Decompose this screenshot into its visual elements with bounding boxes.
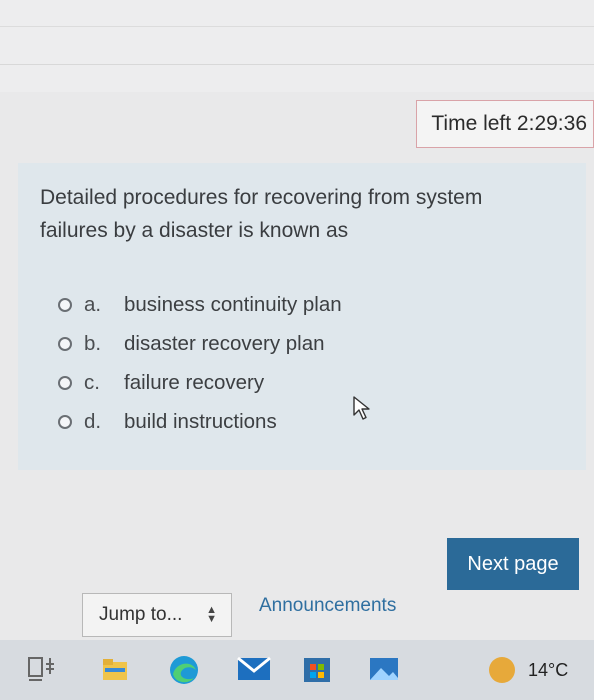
taskbar: 14°C xyxy=(0,640,594,700)
weather-sun-icon[interactable] xyxy=(489,657,515,683)
option-label[interactable]: failure recovery xyxy=(124,371,264,395)
announcements-link[interactable]: Announcements xyxy=(259,595,396,617)
option-d[interactable]: d. build instructions xyxy=(58,402,342,441)
radio-button-b[interactable] xyxy=(58,336,72,351)
option-letter: c. xyxy=(84,370,100,394)
edge-browser-icon[interactable] xyxy=(166,652,202,688)
divider xyxy=(0,64,594,65)
question-card: Detailed procedures for recovering from … xyxy=(18,163,586,470)
divider xyxy=(0,26,594,27)
select-arrows-icon: ▲ ▼ xyxy=(206,604,217,625)
radio-button-c[interactable] xyxy=(58,375,72,390)
option-b[interactable]: b. disaster recovery plan xyxy=(58,324,342,363)
option-a[interactable]: a. business continuity plan xyxy=(58,285,342,324)
photos-icon[interactable] xyxy=(367,652,403,686)
radio-button-a[interactable] xyxy=(58,297,72,312)
jump-to-label: Jump to... xyxy=(99,604,183,625)
top-band xyxy=(0,0,594,92)
task-view-icon[interactable] xyxy=(26,652,66,686)
question-text: Detailed procedures for recovering from … xyxy=(40,186,483,242)
time-left-display: Time left 2:29:36 xyxy=(416,100,594,148)
option-label[interactable]: build instructions xyxy=(124,410,277,434)
option-letter: a. xyxy=(84,292,102,316)
temperature-readout[interactable]: 14°C xyxy=(528,660,568,681)
mail-icon[interactable] xyxy=(234,652,274,686)
option-c[interactable]: c. failure recovery xyxy=(58,363,342,402)
store-icon[interactable] xyxy=(300,652,334,686)
file-explorer-icon[interactable] xyxy=(100,656,134,684)
mouse-cursor-icon xyxy=(353,396,370,420)
option-label[interactable]: disaster recovery plan xyxy=(124,332,325,356)
next-page-button[interactable]: Next page xyxy=(447,538,579,590)
answer-options: a. business continuity plan b. disaster … xyxy=(58,285,342,441)
option-label[interactable]: business continuity plan xyxy=(124,293,342,317)
radio-button-d[interactable] xyxy=(58,414,72,429)
jump-to-select[interactable]: Jump to... ▲ ▼ xyxy=(82,593,232,637)
option-letter: d. xyxy=(84,409,102,433)
option-letter: b. xyxy=(84,331,102,355)
